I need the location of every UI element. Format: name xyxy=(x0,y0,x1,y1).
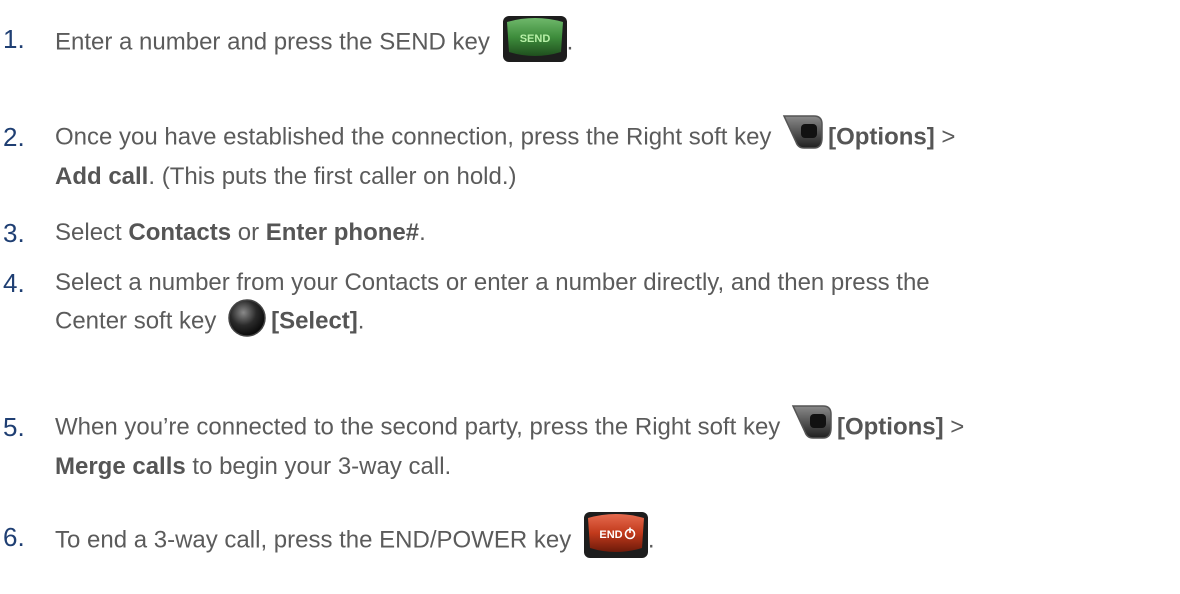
step-number: 2. xyxy=(3,122,25,152)
center-soft-key-icon xyxy=(227,298,267,338)
step-text: Select a number from your Contacts or en… xyxy=(55,269,930,296)
step-text: . xyxy=(419,219,426,246)
step-text: Center soft key xyxy=(55,307,217,335)
step-text-end: . xyxy=(566,28,574,56)
step-number: 4. xyxy=(3,268,25,298)
step-text: To end a 3-way call, press the END/POWER… xyxy=(55,526,572,554)
options-label: [Options] xyxy=(828,123,935,151)
step-number: 1. xyxy=(3,24,25,54)
end-key-label: END xyxy=(599,529,622,541)
step-text-end: . xyxy=(647,526,655,554)
step-text: or xyxy=(231,219,266,246)
step-text: to begin your 3-way call. xyxy=(185,453,452,480)
enter-phone-label: Enter phone# xyxy=(265,219,420,246)
select-label: [Select] xyxy=(271,307,358,335)
step-text: > xyxy=(934,123,956,151)
merge-calls-label: Merge calls xyxy=(55,453,186,480)
step-text: . (This puts the first caller on hold.) xyxy=(148,163,517,190)
send-key-icon: SEND xyxy=(502,16,567,62)
step-text: Select xyxy=(55,219,129,246)
step-text: When you’re connected to the second part… xyxy=(55,413,781,441)
step-number: 3. xyxy=(3,218,25,248)
step-number: 5. xyxy=(3,412,25,442)
right-soft-key-icon xyxy=(782,112,824,152)
end-power-key-icon: END xyxy=(583,512,648,558)
step-text: . xyxy=(357,307,365,335)
step-text: > xyxy=(943,413,965,441)
add-call-label: Add call xyxy=(55,163,149,190)
contacts-label: Contacts xyxy=(128,219,232,246)
step-number: 6. xyxy=(3,522,25,552)
send-key-label: SEND xyxy=(519,33,550,45)
step-text: Once you have established the connection… xyxy=(55,123,772,151)
options-label: [Options] xyxy=(836,413,944,441)
right-soft-key-icon xyxy=(791,402,833,442)
step-text: Enter a number and press the SEND key xyxy=(55,28,490,56)
